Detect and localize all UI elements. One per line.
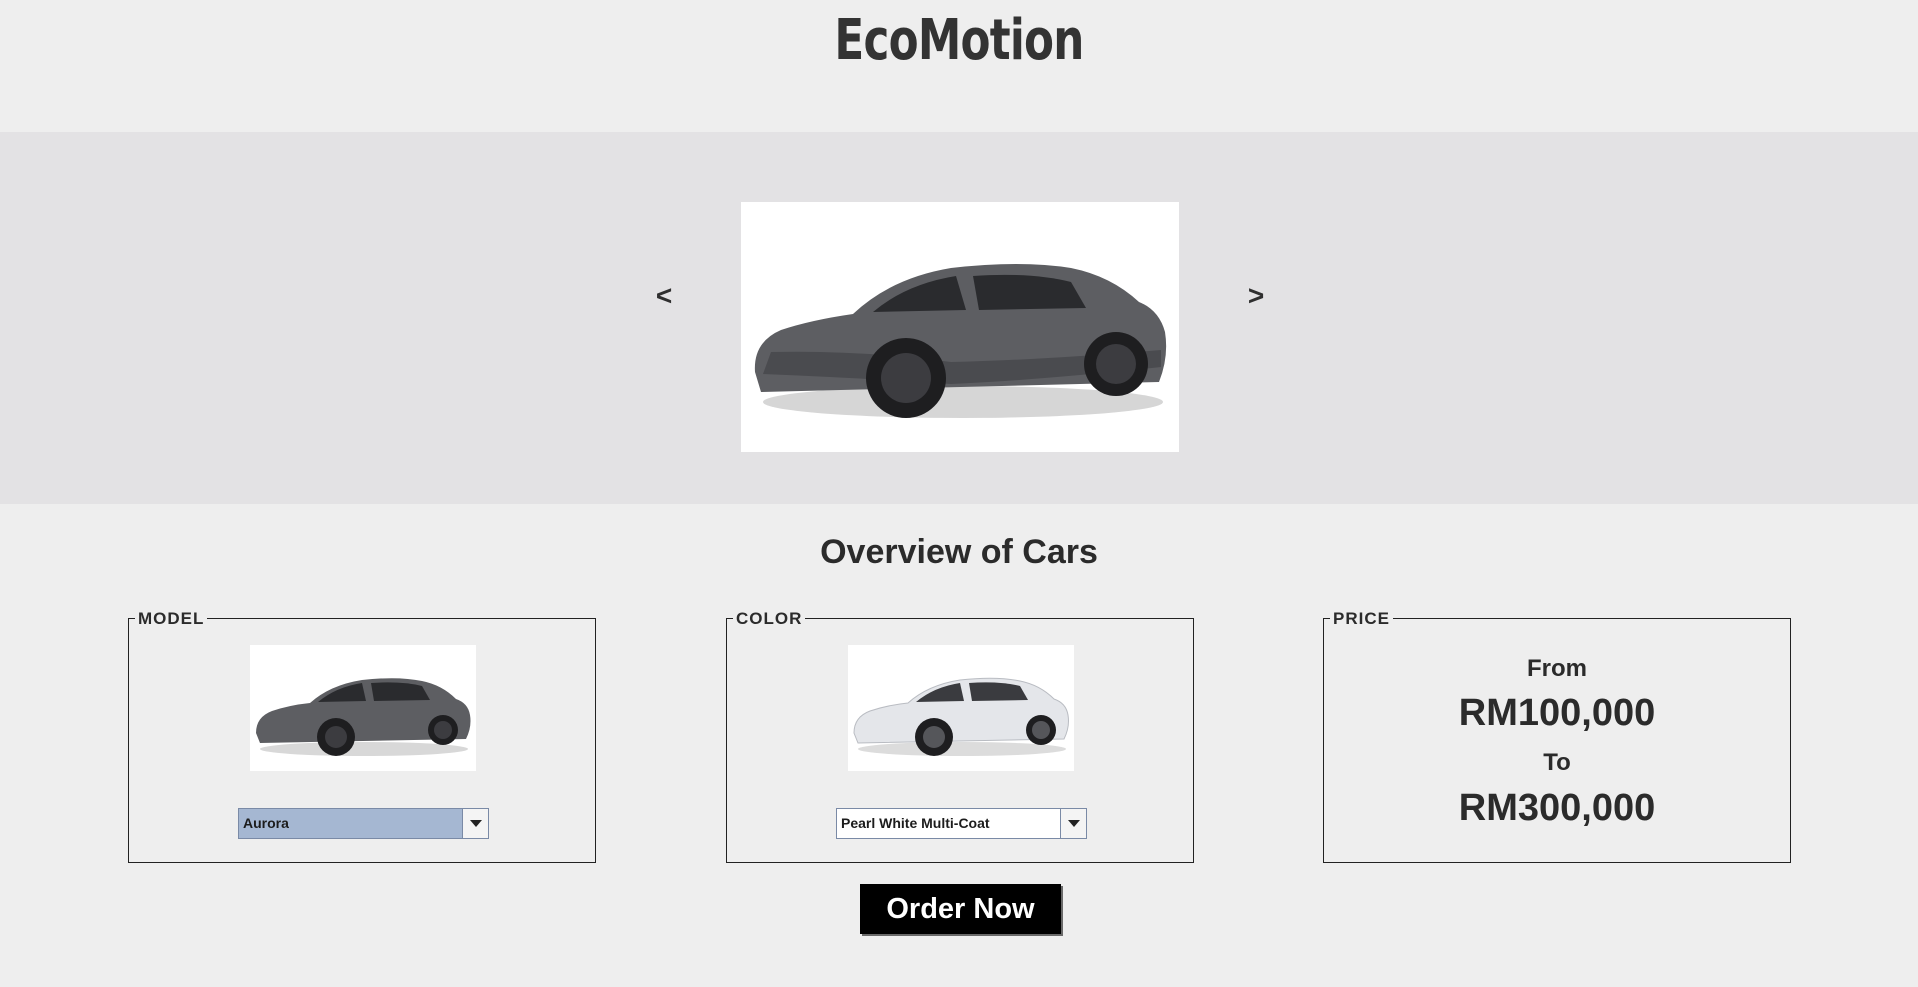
price-max-value: RM300,000	[1458, 787, 1656, 829]
app-window: EcoMotion < > Overview of Cars MODEL Aur…	[0, 0, 1918, 987]
price-panel: PRICE From RM100,000 To RM300,000	[1323, 609, 1791, 863]
color-panel: COLOR Pearl White Multi-Coat	[726, 609, 1194, 863]
price-legend: PRICE	[1330, 609, 1393, 629]
color-select-value: Pearl White Multi-Coat	[841, 815, 990, 831]
color-select[interactable]: Pearl White Multi-Coat	[836, 808, 1087, 839]
overview-title: Overview of Cars	[820, 533, 1098, 571]
order-now-button[interactable]: Order Now	[860, 884, 1061, 934]
color-legend: COLOR	[733, 609, 806, 629]
carousel-car-image	[741, 202, 1179, 452]
car-thumbnail-white-icon	[853, 677, 1069, 756]
car-carousel: < >	[0, 132, 1918, 504]
car-thumbnail-icon	[256, 678, 471, 756]
price-to-label: To	[1543, 749, 1571, 776]
chevron-down-icon[interactable]	[1060, 809, 1086, 838]
brand-title: EcoMotion	[834, 8, 1084, 73]
color-thumbnail	[848, 645, 1074, 771]
header: EcoMotion	[0, 0, 1918, 132]
carousel-next-button[interactable]: >	[1236, 274, 1276, 318]
chevron-down-icon[interactable]	[462, 809, 488, 838]
model-select[interactable]: Aurora	[238, 808, 489, 839]
price-min-value: RM100,000	[1458, 692, 1656, 734]
model-legend: MODEL	[135, 609, 208, 629]
price-from-label: From	[1527, 655, 1587, 682]
carousel-prev-button[interactable]: <	[644, 274, 684, 318]
model-thumbnail	[250, 645, 476, 771]
model-panel: MODEL Aurora	[128, 609, 596, 863]
car-image-icon	[754, 264, 1167, 418]
model-select-value: Aurora	[243, 815, 289, 831]
